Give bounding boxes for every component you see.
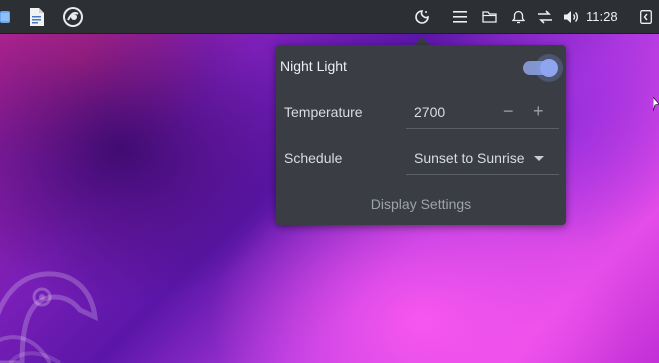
increment-button[interactable]: + bbox=[533, 100, 544, 122]
menu-icon[interactable] bbox=[451, 0, 469, 33]
volume-icon[interactable] bbox=[562, 0, 580, 33]
temperature-label: Temperature bbox=[284, 104, 363, 120]
top-panel: 11:28 bbox=[0, 0, 659, 34]
folder-icon[interactable] bbox=[480, 0, 498, 33]
mouse-cursor-icon bbox=[653, 97, 659, 112]
night-light-toggle[interactable] bbox=[523, 54, 563, 82]
panel-clock[interactable]: 11:28 bbox=[586, 0, 618, 33]
toggle-knob bbox=[540, 59, 558, 77]
night-light-icon[interactable] bbox=[413, 0, 431, 33]
parrot-logo-icon bbox=[0, 271, 99, 363]
temperature-value[interactable]: 2700 bbox=[414, 104, 445, 120]
decrement-button[interactable]: − bbox=[503, 100, 514, 122]
display-settings-button[interactable]: Display Settings bbox=[276, 196, 566, 212]
files-icon[interactable] bbox=[0, 0, 12, 33]
notifications-icon[interactable] bbox=[509, 0, 527, 33]
schedule-label: Schedule bbox=[284, 150, 343, 166]
document-icon[interactable] bbox=[26, 0, 48, 33]
night-light-popup: Night Light Temperature 2700 − + Schedul… bbox=[276, 45, 566, 225]
night-light-title: Night Light bbox=[280, 58, 347, 74]
chevron-down-icon bbox=[534, 156, 544, 161]
show-desktop-icon[interactable] bbox=[638, 0, 654, 33]
temperature-spinbox[interactable]: 2700 − + bbox=[406, 98, 559, 129]
browser-icon[interactable] bbox=[61, 0, 85, 33]
network-icon[interactable] bbox=[535, 0, 555, 33]
schedule-value: Sunset to Sunrise bbox=[414, 150, 525, 166]
schedule-dropdown[interactable]: Sunset to Sunrise bbox=[406, 144, 559, 175]
